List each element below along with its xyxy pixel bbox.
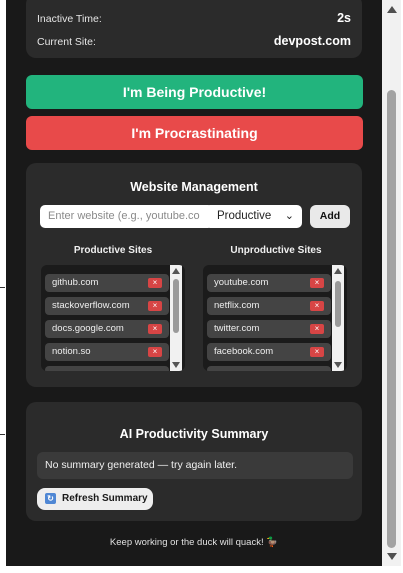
scroll-down-icon[interactable] — [334, 362, 342, 368]
productive-list-scrollbar[interactable] — [170, 265, 182, 371]
refresh-icon: ↻ — [45, 493, 56, 504]
site-name: netflix.com — [214, 300, 260, 311]
website-management-card: Website Management Enter website (e.g., … — [26, 163, 362, 387]
website-management-title: Website Management — [130, 180, 258, 194]
refresh-summary-button[interactable]: ↻ Refresh Summary — [37, 488, 153, 510]
productive-sites-list[interactable]: github.com × stackoverflow.com × docs.go… — [41, 265, 185, 371]
remove-site-button[interactable]: × — [310, 301, 324, 311]
refresh-summary-label: Refresh Summary — [62, 493, 148, 504]
current-site-row: Current Site: devpost.com — [37, 33, 351, 51]
site-type-value: Productive — [217, 210, 272, 222]
stats-card: Inactive Time: 2s Current Site: devpost.… — [26, 0, 362, 58]
procrastinating-button[interactable]: I'm Procrastinating — [26, 116, 363, 150]
website-input[interactable]: Enter website (e.g., youtube.co — [40, 205, 213, 228]
scroll-down-icon[interactable] — [172, 362, 180, 368]
site-type-select[interactable]: Productive ⌄ — [205, 205, 302, 228]
add-site-button[interactable]: Add — [310, 205, 350, 228]
scroll-down-icon[interactable] — [387, 553, 397, 560]
current-site-label: Current Site: — [37, 36, 96, 48]
site-name: youtube.com — [214, 277, 269, 288]
inactive-time-value: 2s — [337, 11, 351, 25]
site-name: notion.so — [52, 346, 91, 357]
unproductive-list-scrollbar[interactable] — [332, 265, 344, 371]
list-item: github.com × — [45, 274, 169, 292]
list-item: youtube.com × — [207, 274, 331, 292]
chevron-down-icon: ⌄ — [284, 210, 294, 222]
unproductive-sites-list[interactable]: youtube.com × netflix.com × twitter.com … — [203, 265, 347, 371]
scrollbar-thumb[interactable] — [387, 90, 396, 548]
current-site-value: devpost.com — [273, 34, 351, 48]
background-line — [0, 434, 5, 435]
inactive-time-row: Inactive Time: 2s — [37, 10, 351, 28]
remove-site-button[interactable]: × — [310, 347, 324, 357]
scrollbar-thumb[interactable] — [173, 279, 179, 333]
remove-site-button[interactable]: × — [148, 301, 162, 311]
inactive-time-label: Inactive Time: — [37, 13, 102, 25]
site-name: docs.google.com — [52, 323, 124, 334]
unproductive-sites-title: Unproductive Sites — [230, 245, 322, 256]
list-item-partial — [207, 366, 331, 371]
productive-button[interactable]: I'm Being Productive! — [26, 75, 363, 109]
ai-summary-card: AI Productivity Summary No summary gener… — [26, 402, 362, 521]
scroll-up-icon[interactable] — [387, 6, 397, 13]
scroll-up-icon[interactable] — [334, 268, 342, 274]
site-name: stackoverflow.com — [52, 300, 130, 311]
list-item: docs.google.com × — [45, 320, 169, 338]
list-item: notion.so × — [45, 343, 169, 361]
list-item-partial — [45, 366, 169, 371]
site-name: facebook.com — [214, 346, 274, 357]
list-item: facebook.com × — [207, 343, 331, 361]
site-name: github.com — [52, 277, 99, 288]
list-item: netflix.com × — [207, 297, 331, 315]
remove-site-button[interactable]: × — [310, 324, 324, 334]
popup-scrollbar[interactable] — [382, 0, 401, 566]
scroll-up-icon[interactable] — [172, 268, 180, 274]
remove-site-button[interactable]: × — [148, 347, 162, 357]
extension-popup: Inactive Time: 2s Current Site: devpost.… — [6, 0, 382, 566]
footer-text: Keep working or the duck will quack! 🦆 — [109, 537, 279, 548]
remove-site-button[interactable]: × — [148, 278, 162, 288]
list-item: twitter.com × — [207, 320, 331, 338]
site-name: twitter.com — [214, 323, 260, 334]
background-line — [0, 287, 5, 288]
scrollbar-thumb[interactable] — [335, 281, 341, 327]
remove-site-button[interactable]: × — [148, 324, 162, 334]
list-item: stackoverflow.com × — [45, 297, 169, 315]
summary-text: No summary generated — try again later. — [37, 452, 353, 479]
productive-sites-title: Productive Sites — [73, 245, 153, 256]
remove-site-button[interactable]: × — [310, 278, 324, 288]
ai-summary-title: AI Productivity Summary — [119, 427, 269, 441]
